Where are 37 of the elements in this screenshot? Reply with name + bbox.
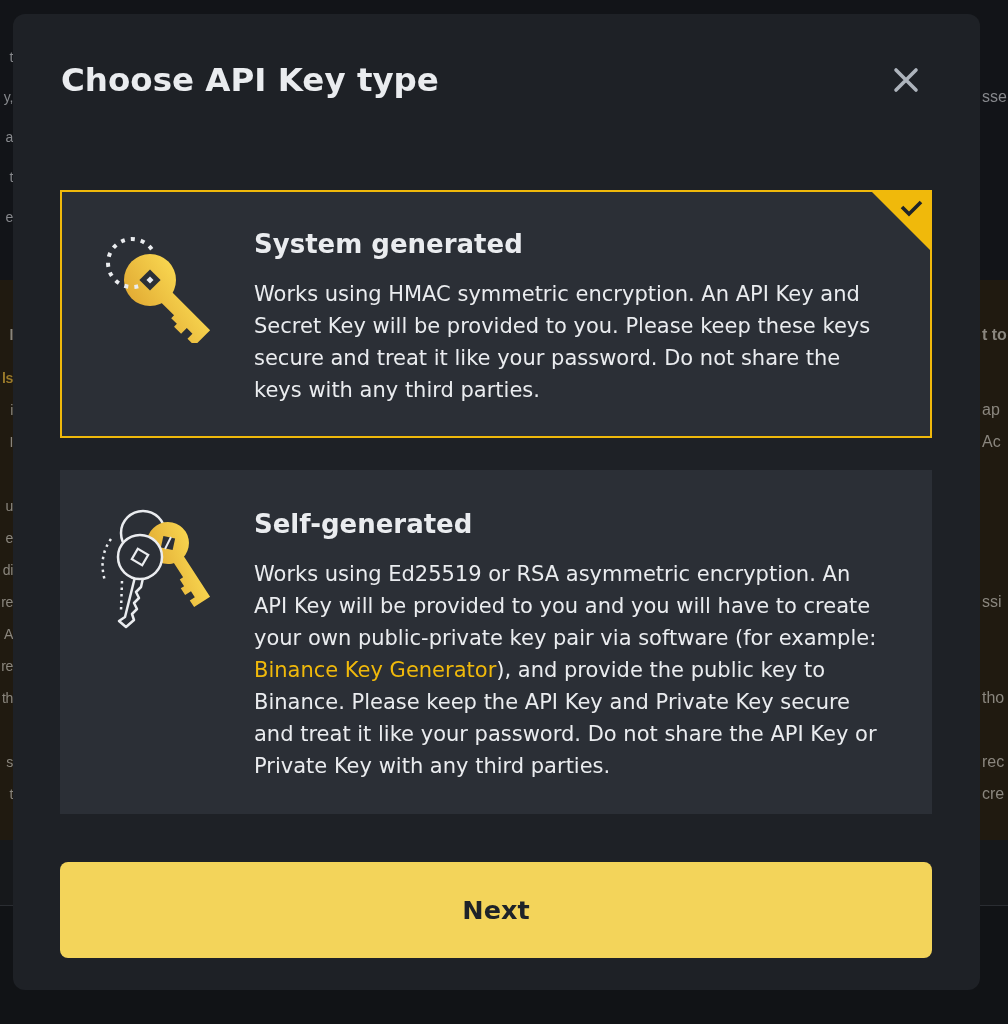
background-text: ls	[1, 369, 13, 387]
background-text: t	[9, 48, 13, 66]
background-text: A	[3, 625, 13, 643]
background-text: Ac	[981, 432, 1001, 452]
background-text: a	[5, 128, 13, 146]
background-text: ap	[981, 400, 1000, 420]
background-text: i	[10, 401, 13, 419]
background-text: re	[1, 593, 13, 611]
background-text: y,	[3, 88, 13, 106]
dialog-title: Choose API Key type	[61, 60, 439, 101]
background-text: re	[1, 657, 13, 675]
close-icon	[893, 67, 919, 93]
background-text: ssi	[981, 592, 1002, 612]
check-corner-icon	[872, 192, 930, 250]
option-description: Works using HMAC symmetric encryption. An API Key and Secret Key will be provided to you. Please keep these keys secure and treat it like your password. Do not share the keys with any third parties.	[254, 281, 872, 404]
background-text: I	[9, 433, 13, 451]
background-text: sse	[981, 87, 1007, 107]
option-title: Self-generated	[254, 508, 474, 541]
background-text: tho	[981, 688, 1005, 708]
option-description: Works using Ed25519 or RSA asymmetric encryption. An API Key will be provided to you and you will have to create your own public-private key pair via software (for example: Binance Key Generator), and provide the public key to Binance. Please keep the API Key and Private Key secure and treat it like your password. Do not share the API Key or Private Key with any third parties.	[254, 561, 878, 780]
background-text: th	[1, 689, 13, 707]
background-text: l	[9, 326, 13, 344]
background-text: t	[9, 785, 13, 803]
background-text: di	[2, 561, 13, 579]
key-generator-link[interactable]: Binance Key Generator	[254, 658, 497, 682]
background-text: t	[9, 168, 13, 186]
key-type-option[interactable]	[60, 190, 932, 438]
background-text: rec	[981, 752, 1005, 772]
background-text: u	[5, 497, 13, 515]
next-button[interactable]: Next	[60, 862, 932, 958]
background-text: e	[5, 208, 13, 226]
background-text: cre	[981, 784, 1005, 804]
background-text: e	[5, 529, 13, 547]
background-text: s	[6, 753, 13, 771]
background-text: t to	[981, 325, 1007, 345]
key-type-option[interactable]	[60, 470, 932, 814]
option-title: System generated	[254, 228, 524, 261]
